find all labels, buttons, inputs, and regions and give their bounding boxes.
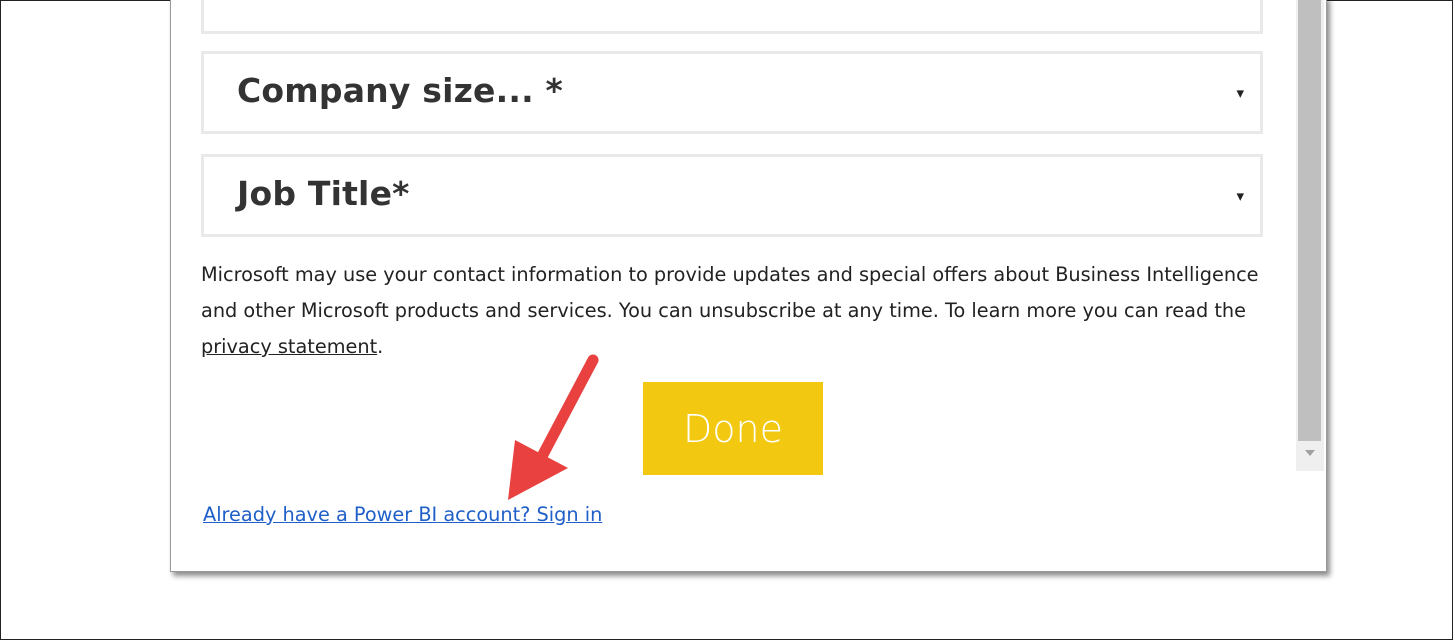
scroll-down-icon[interactable] [1305,450,1315,456]
notice-text: Microsoft may use your contact informati… [201,263,1259,322]
notice-period: . [377,335,384,358]
company-size-label: Company size... * [237,71,563,110]
signup-dialog: Company size... * ▾ Job Title* ▾ Microso… [170,0,1327,572]
chevron-down-icon: ▾ [1236,84,1244,102]
chevron-down-icon: ▾ [1236,187,1244,205]
scrollbar[interactable] [1296,0,1324,471]
scrollbar-thumb[interactable] [1298,0,1321,441]
job-title-label: Job Title* [237,174,410,213]
privacy-statement-link[interactable]: privacy statement [201,335,377,358]
company-size-select[interactable]: Company size... * ▾ [201,51,1263,134]
done-button[interactable]: Done [643,382,823,475]
job-title-select[interactable]: Job Title* ▾ [201,154,1263,237]
marketing-notice: Microsoft may use your contact informati… [201,257,1281,365]
signin-link[interactable]: Already have a Power BI account? Sign in [203,503,602,526]
previous-field[interactable] [201,0,1263,34]
